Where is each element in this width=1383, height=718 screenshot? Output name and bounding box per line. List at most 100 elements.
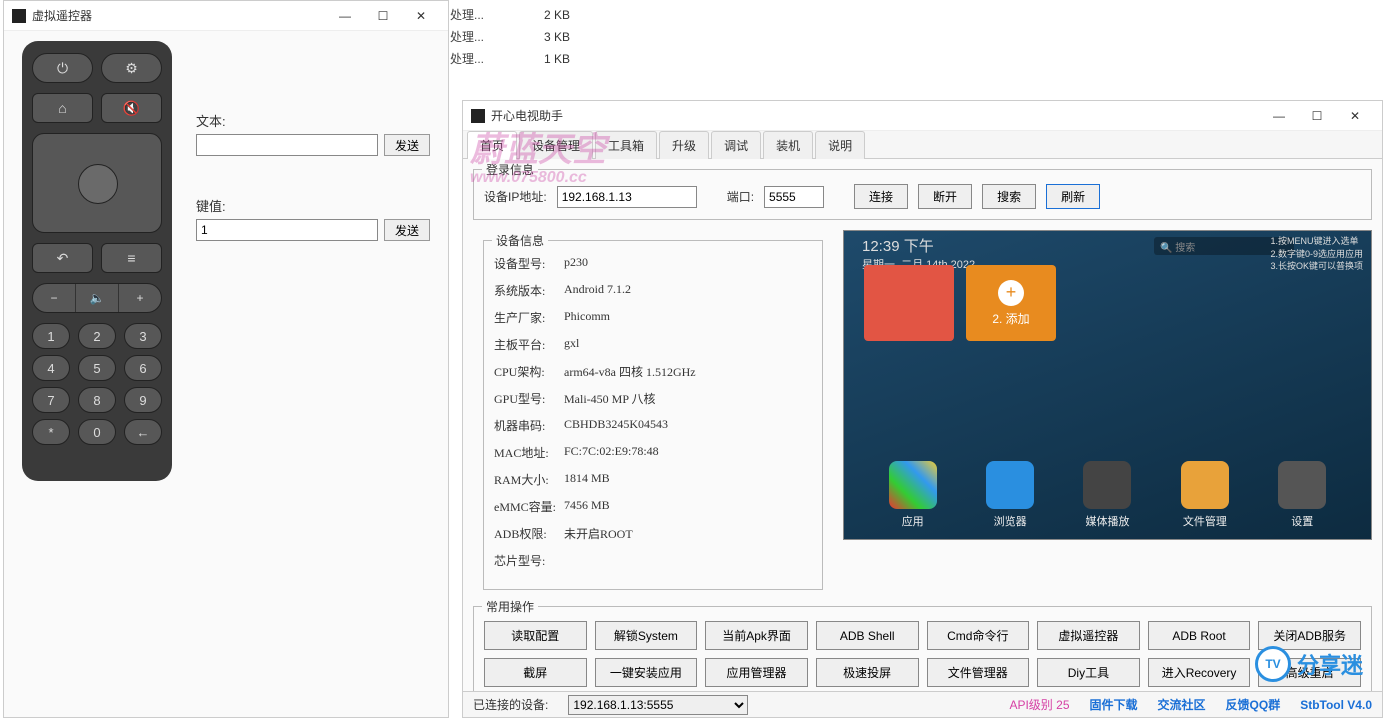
text-label: 文本:: [196, 111, 430, 130]
op-button-1[interactable]: 解锁System: [595, 621, 698, 650]
op-button-13[interactable]: Diy工具: [1037, 658, 1140, 687]
numpad-backspace[interactable]: ←: [124, 419, 162, 445]
tab-home[interactable]: 首页: [467, 131, 517, 159]
tv-helper-window: 开心电视助手 — ☐ ✕ 首页 设备管理 工具箱 升级 调试 装机 说明 登录信…: [462, 100, 1383, 718]
volume-up-button[interactable]: +: [118, 284, 161, 312]
op-button-11[interactable]: 极速投屏: [816, 658, 919, 687]
login-legend: 登录信息: [482, 161, 538, 178]
remote-title: 虚拟遥控器: [32, 7, 326, 24]
numpad-9[interactable]: 9: [124, 387, 162, 413]
op-button-4[interactable]: Cmd命令行: [927, 621, 1030, 650]
ip-input[interactable]: [557, 186, 697, 208]
device-info-row: 设备型号:p230: [494, 255, 812, 272]
volume-down-button[interactable]: −: [33, 284, 75, 312]
device-info-row: 系统版本:Android 7.1.2: [494, 282, 812, 299]
device-info-legend: 设备信息: [492, 232, 548, 249]
numpad-0[interactable]: 0: [78, 419, 116, 445]
text-input[interactable]: [196, 134, 378, 156]
maximize-button[interactable]: ☐: [1298, 101, 1336, 131]
numpad-6[interactable]: 6: [124, 355, 162, 381]
op-button-9[interactable]: 一键安装应用: [595, 658, 698, 687]
screenshot-hints: 1.按MENU键进入选单 2.数字键0-9选应用应用 3.长按OK键可以普换项: [1270, 235, 1363, 273]
version-label: StbTool V4.0: [1300, 698, 1372, 712]
remote-titlebar[interactable]: 虚拟遥控器 — ☐ ✕: [4, 1, 448, 31]
disconnect-button[interactable]: 断开: [918, 184, 972, 209]
connected-device-select[interactable]: 192.168.1.13:5555: [568, 695, 748, 715]
volume-icon[interactable]: 🔈: [75, 284, 118, 312]
numpad-5[interactable]: 5: [78, 355, 116, 381]
virtual-remote-window: 虚拟遥控器 — ☐ ✕ ⏻ ⚙ ⌂ 🔇 ↶ ≡ − 🔈 +: [3, 0, 449, 718]
power-button[interactable]: ⏻: [32, 53, 93, 83]
device-info-row: 主板平台:gxl: [494, 336, 812, 353]
device-info-row: MAC地址:FC:7C:02:E9:78:48: [494, 444, 812, 461]
device-info-row: 芯片型号:: [494, 552, 812, 569]
search-button[interactable]: 搜索: [982, 184, 1036, 209]
app-icon: [471, 109, 485, 123]
op-button-5[interactable]: 虚拟遥控器: [1037, 621, 1140, 650]
close-button[interactable]: ✕: [1336, 101, 1374, 131]
numpad-8[interactable]: 8: [78, 387, 116, 413]
device-info-row: GPU型号:Mali-450 MP 八核: [494, 390, 812, 407]
volume-bar: − 🔈 +: [32, 283, 162, 313]
link-feedback[interactable]: 反馈QQ群: [1226, 696, 1281, 713]
menu-button[interactable]: ≡: [101, 243, 162, 273]
numpad-star[interactable]: *: [32, 419, 70, 445]
minimize-button[interactable]: —: [326, 1, 364, 31]
close-button[interactable]: ✕: [402, 1, 440, 31]
device-info-row: 机器串码:CBHDB3245K04543: [494, 417, 812, 434]
tab-device-mgmt[interactable]: 设备管理: [519, 131, 593, 159]
helper-titlebar[interactable]: 开心电视助手 — ☐ ✕: [463, 101, 1382, 131]
numpad-1[interactable]: 1: [32, 323, 70, 349]
link-community[interactable]: 交流社区: [1158, 696, 1206, 713]
link-firmware[interactable]: 固件下载: [1090, 696, 1138, 713]
tab-debug[interactable]: 调试: [711, 131, 761, 159]
refresh-button[interactable]: 刷新: [1046, 184, 1100, 209]
keycode-label: 键值:: [196, 196, 430, 215]
numpad-7[interactable]: 7: [32, 387, 70, 413]
device-info-group: 设备信息 设备型号:p230系统版本:Android 7.1.2生产厂家:Phi…: [483, 240, 823, 590]
dpad-ok-button[interactable]: [78, 164, 118, 204]
op-button-0[interactable]: 读取配置: [484, 621, 587, 650]
op-button-8[interactable]: 截屏: [484, 658, 587, 687]
connected-label: 已连接的设备:: [473, 696, 548, 713]
tab-install[interactable]: 装机: [763, 131, 813, 159]
port-input[interactable]: [764, 186, 824, 208]
keycode-send-button[interactable]: 发送: [384, 219, 430, 241]
maximize-button[interactable]: ☐: [364, 1, 402, 31]
minimize-button[interactable]: —: [1260, 101, 1298, 131]
app-icon: [12, 9, 26, 23]
device-info-row: ADB权限:未开启ROOT: [494, 525, 812, 542]
home-button[interactable]: ⌂: [32, 93, 93, 123]
background-file-list: 处理...2 KB 处理...3 KB 处理...1 KB: [450, 4, 570, 70]
back-button[interactable]: ↶: [32, 243, 93, 273]
device-info-row: CPU架构:arm64-v8a 四核 1.512GHz: [494, 363, 812, 380]
keycode-input[interactable]: [196, 219, 378, 241]
device-screenshot[interactable]: 12:39 下午 星期一, 二月 14th,2022 🔍 搜索 1.按MENU键…: [843, 230, 1372, 540]
op-button-10[interactable]: 应用管理器: [705, 658, 808, 687]
op-button-2[interactable]: 当前Apk界面: [705, 621, 808, 650]
device-info-row: 生产厂家:Phicomm: [494, 309, 812, 326]
op-button-12[interactable]: 文件管理器: [927, 658, 1030, 687]
op-button-14[interactable]: 进入Recovery: [1148, 658, 1251, 687]
port-label: 端口:: [727, 188, 754, 205]
ip-label: 设备IP地址:: [484, 188, 547, 205]
op-button-6[interactable]: ADB Root: [1148, 621, 1251, 650]
tab-upgrade[interactable]: 升级: [659, 131, 709, 159]
common-ops-group: 常用操作 读取配置解锁System当前Apk界面ADB ShellCmd命令行虚…: [473, 606, 1372, 698]
numpad-3[interactable]: 3: [124, 323, 162, 349]
settings-gear-button[interactable]: ⚙: [101, 53, 162, 83]
status-bar: 已连接的设备: 192.168.1.13:5555 API级别 25 固件下载 …: [463, 691, 1382, 717]
common-ops-legend: 常用操作: [482, 598, 538, 615]
numpad-4[interactable]: 4: [32, 355, 70, 381]
device-info-row: RAM大小:1814 MB: [494, 471, 812, 488]
tab-help[interactable]: 说明: [815, 131, 865, 159]
op-button-3[interactable]: ADB Shell: [816, 621, 919, 650]
numpad-2[interactable]: 2: [78, 323, 116, 349]
dpad[interactable]: [32, 133, 162, 233]
tile-1: [864, 265, 954, 341]
text-send-button[interactable]: 发送: [384, 134, 430, 156]
mute-button[interactable]: 🔇: [101, 93, 162, 123]
connect-button[interactable]: 连接: [854, 184, 908, 209]
tab-toolbox[interactable]: 工具箱: [595, 131, 657, 159]
api-level: API级别 25: [1009, 696, 1069, 713]
